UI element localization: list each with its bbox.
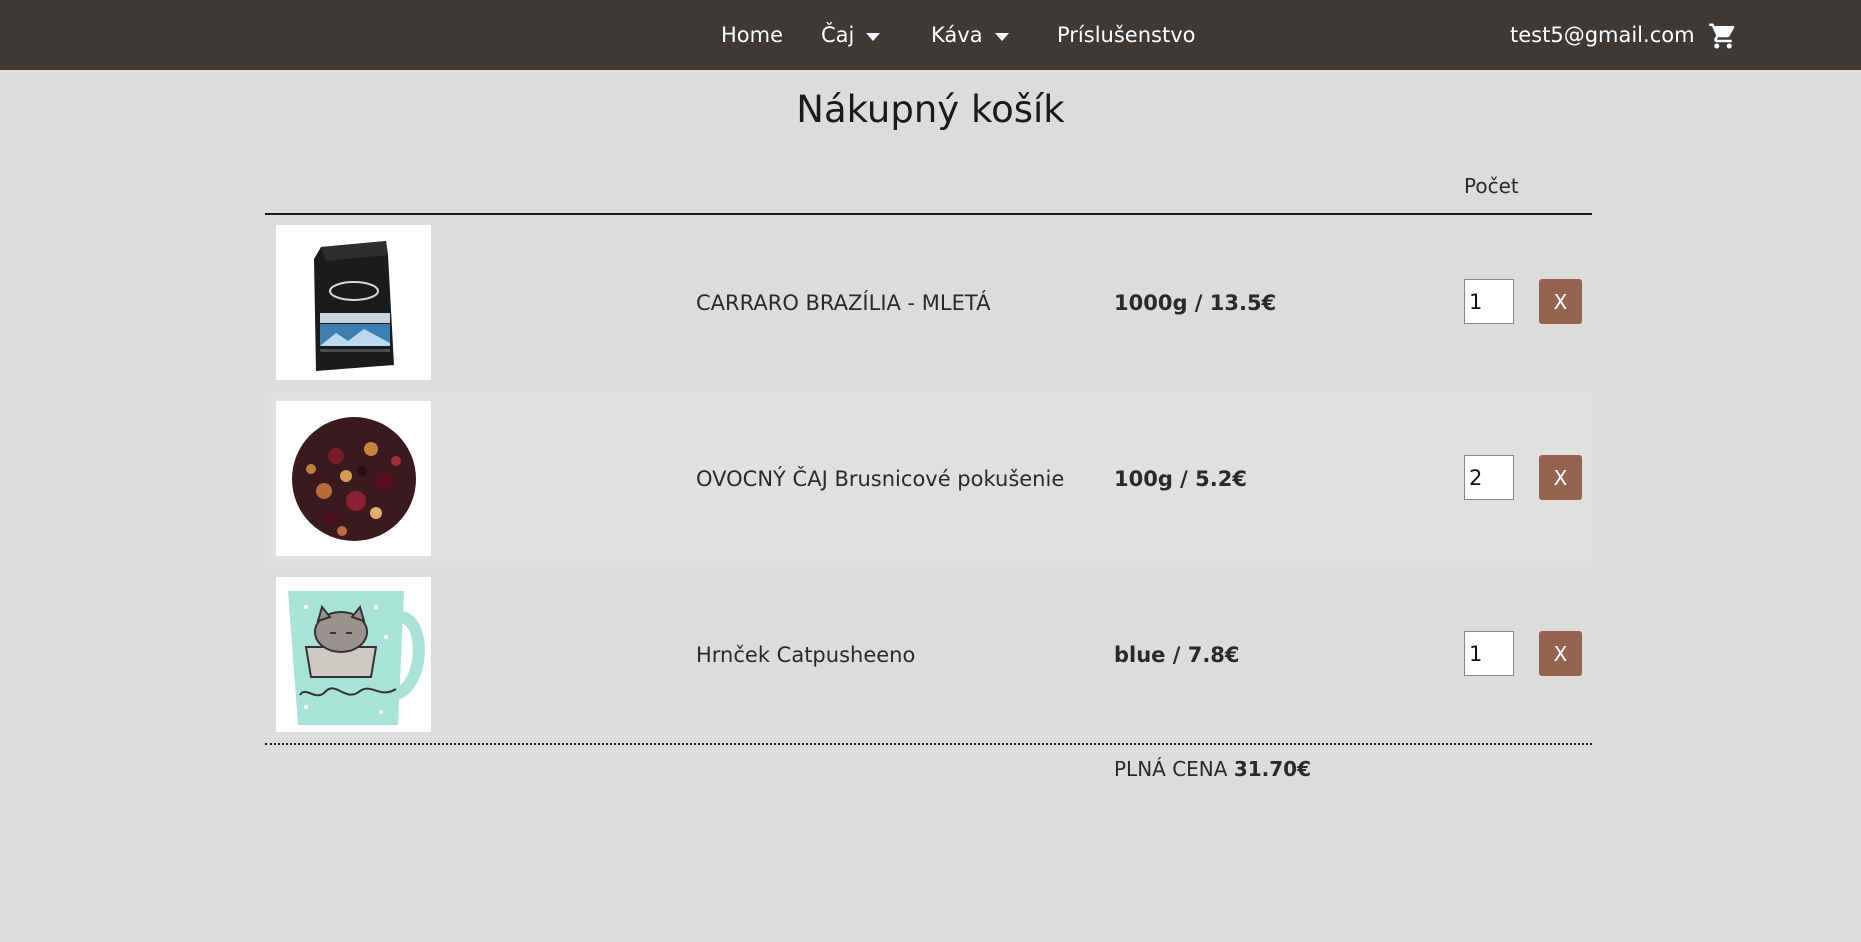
cart-item-row: OVOCNÝ ČAJ Brusnicové pokušenie 100g / 5…	[265, 391, 1592, 567]
user-email-link[interactable]: test5@gmail.com	[1510, 0, 1695, 70]
shopping-cart-icon[interactable]	[1708, 21, 1738, 51]
total-row: PLNÁ CENA 31.70€	[265, 745, 1592, 795]
nav-tea-dropdown[interactable]: Čaj	[821, 0, 881, 70]
nav-coffee-label: Káva	[931, 23, 983, 47]
product-name[interactable]: CARRARO BRAZÍLIA - MLETÁ	[696, 215, 990, 391]
count-column-header: Počet	[1464, 174, 1519, 198]
cart-table: Počet CARRARO BRAZÍLIA - MLETÁ 1000g / 1…	[265, 170, 1592, 795]
quantity-input[interactable]	[1464, 279, 1514, 324]
chevron-down-icon	[994, 32, 1009, 41]
remove-item-button[interactable]: X	[1539, 279, 1582, 324]
mug-image[interactable]	[276, 577, 431, 732]
total-price: PLNÁ CENA 31.70€	[1114, 757, 1311, 781]
nav-tea-label: Čaj	[821, 23, 855, 47]
cart-item-row: Hrnček Catpusheeno blue / 7.8€ X	[265, 567, 1592, 743]
product-price: 1000g / 13.5€	[1114, 291, 1277, 315]
total-label: PLNÁ CENA	[1114, 757, 1228, 781]
remove-item-button[interactable]: X	[1539, 631, 1582, 676]
quantity-input[interactable]	[1464, 631, 1514, 676]
product-price: 100g / 5.2€	[1114, 467, 1247, 491]
cart-table-header: Počet	[265, 170, 1592, 215]
nav-home-link[interactable]: Home	[721, 0, 783, 70]
product-price: blue / 7.8€	[1114, 643, 1240, 667]
nav-coffee-dropdown[interactable]: Káva	[931, 0, 1009, 70]
remove-item-button[interactable]: X	[1539, 455, 1582, 500]
total-value: 31.70€	[1233, 757, 1311, 781]
chevron-down-icon	[866, 32, 881, 41]
nav-accessories-link[interactable]: Príslušenstvo	[1057, 0, 1195, 70]
top-navbar: Home Čaj Káva Príslušenstvo test5@gmail.…	[0, 0, 1861, 70]
fruit-tea-image[interactable]	[276, 401, 431, 556]
coffee-bag-image[interactable]	[276, 225, 431, 380]
product-name[interactable]: OVOCNÝ ČAJ Brusnicové pokušenie	[696, 391, 1064, 567]
quantity-input[interactable]	[1464, 455, 1514, 500]
product-name[interactable]: Hrnček Catpusheeno	[696, 567, 915, 743]
page-title: Nákupný košík	[796, 88, 1065, 131]
cart-item-row: CARRARO BRAZÍLIA - MLETÁ 1000g / 13.5€ X	[265, 215, 1592, 391]
